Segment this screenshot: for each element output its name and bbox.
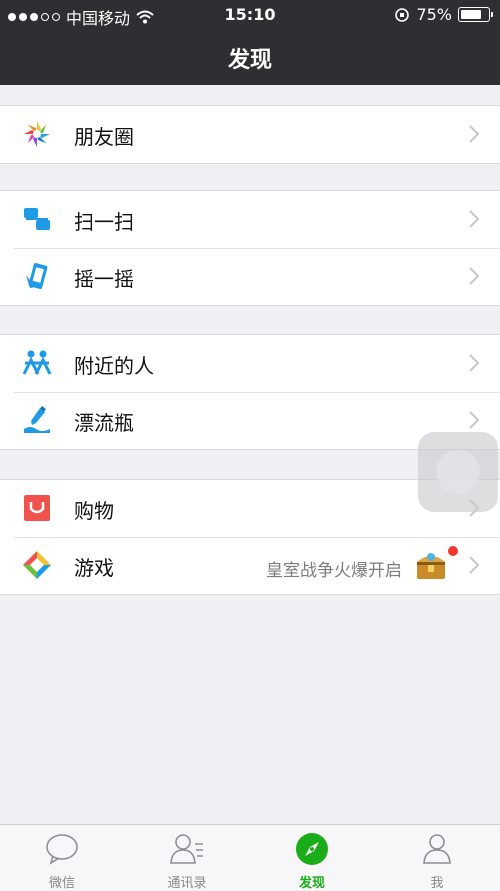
menu-item-people-nearby[interactable]: 附近的人: [0, 335, 500, 392]
menu-group-moments: 朋友圈: [0, 105, 500, 164]
drift-bottle-icon: [24, 405, 50, 433]
person-icon: [423, 834, 451, 864]
page-title: 发现: [227, 48, 272, 73]
menu-item-label: 摇一摇: [74, 267, 134, 291]
games-icon: [23, 551, 51, 579]
chevron-right-icon: [469, 556, 480, 574]
menu-item-label: 扫一扫: [74, 210, 134, 234]
chevron-right-icon: [469, 210, 480, 228]
contacts-icon: [170, 834, 203, 864]
tab-label: 通讯录: [167, 876, 207, 891]
chevron-right-icon: [469, 125, 480, 143]
status-bar: 中国移动 15:10 75%: [0, 0, 500, 30]
menu-group-nearby-bottle: 附近的人 漂流瓶: [0, 334, 500, 450]
shopping-icon: [24, 495, 50, 521]
menu-item-label: 游戏: [74, 556, 114, 580]
menu-item-moments[interactable]: 朋友圈: [0, 106, 500, 163]
chat-icon: [46, 834, 78, 865]
orientation-lock-icon: [395, 7, 410, 22]
people-nearby-icon: [22, 350, 52, 375]
battery-icon: [458, 7, 493, 22]
menu-group-scan-shake: 扫一扫 摇一摇: [0, 190, 500, 306]
top-bar: 中国移动 15:10 75% 发现: [0, 0, 500, 85]
tab-label: 我: [430, 876, 444, 891]
chevron-right-icon: [469, 411, 480, 429]
tab-contacts[interactable]: 通讯录: [137, 825, 237, 891]
games-promo-text: 皇室战争火爆开启: [266, 561, 402, 581]
menu-item-scan[interactable]: 扫一扫: [0, 191, 500, 248]
menu-item-label: 附近的人: [74, 354, 154, 378]
scan-icon: [24, 208, 50, 230]
moments-icon: [24, 121, 50, 147]
menu-item-label: 漂流瓶: [74, 411, 134, 435]
compass-icon: [296, 833, 328, 865]
menu-item-label: 朋友圈: [74, 125, 134, 149]
menu-item-label: 购物: [74, 499, 114, 523]
shake-icon: [26, 263, 48, 289]
tab-chats[interactable]: 微信: [12, 825, 112, 891]
tab-discover[interactable]: 发现: [262, 825, 362, 891]
chevron-right-icon: [469, 354, 480, 372]
battery-percent: 75%: [416, 5, 452, 24]
menu-item-games[interactable]: 游戏 皇室战争火爆开启: [0, 537, 500, 594]
tab-bar: 微信 通讯录 发现 我: [0, 824, 500, 891]
chevron-right-icon: [469, 267, 480, 285]
tab-label: 微信: [48, 876, 75, 891]
tab-me[interactable]: 我: [387, 825, 487, 891]
menu-item-shake[interactable]: 摇一摇: [0, 248, 500, 305]
assistive-touch-button[interactable]: [418, 432, 498, 512]
tab-label: 发现: [298, 876, 325, 891]
treasure-chest-icon: [417, 553, 445, 579]
notification-badge: [448, 546, 458, 556]
